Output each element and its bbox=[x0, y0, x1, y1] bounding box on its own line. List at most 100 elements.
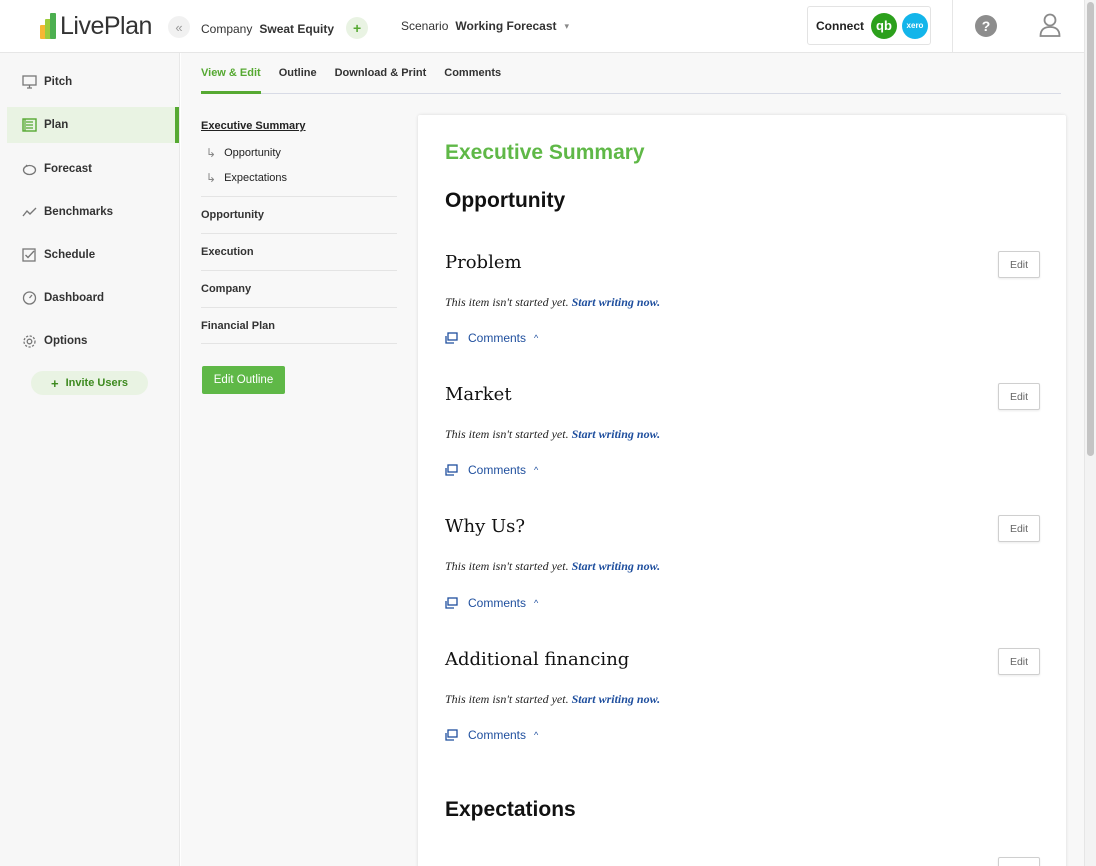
status-text: This item isn't started yet. bbox=[445, 427, 569, 441]
logo-mark-icon bbox=[40, 13, 58, 39]
outline-subitem-label: Opportunity bbox=[224, 146, 281, 159]
section-status: This item isn't started yet. Start writi… bbox=[445, 295, 660, 310]
edit-additional-financing-button[interactable]: Edit bbox=[998, 648, 1040, 675]
sidebar-item-schedule[interactable]: Schedule bbox=[7, 237, 179, 273]
sidebar-item-label: Forecast bbox=[44, 163, 92, 175]
user-menu-button[interactable] bbox=[1039, 13, 1061, 42]
user-icon bbox=[1039, 13, 1061, 37]
tab-view-edit[interactable]: View & Edit bbox=[201, 53, 261, 94]
invite-users-button[interactable]: + Invite Users bbox=[31, 371, 148, 395]
tab-comments[interactable]: Comments bbox=[444, 53, 501, 94]
comments-label: Comments bbox=[468, 331, 527, 345]
edit-why-us-button[interactable]: Edit bbox=[998, 515, 1040, 542]
sidebar-item-label: Options bbox=[44, 335, 88, 347]
plan-content-card: Executive Summary Opportunity Problem Ed… bbox=[418, 115, 1066, 866]
status-text: This item isn't started yet. bbox=[445, 559, 569, 573]
page-scrollbar[interactable] bbox=[1084, 0, 1096, 866]
outline-subitem-label: Expectations bbox=[224, 171, 288, 184]
section-status: This item isn't started yet. Start writi… bbox=[445, 427, 660, 442]
liveplan-logo[interactable]: LivePlan bbox=[40, 12, 152, 40]
company-label: Company bbox=[201, 22, 253, 36]
sidebar-item-options[interactable]: Options bbox=[7, 323, 179, 359]
add-company-button[interactable]: + bbox=[346, 17, 369, 39]
start-writing-link[interactable]: Start writing now. bbox=[572, 692, 661, 706]
header-divider bbox=[952, 0, 953, 53]
heading-opportunity: Opportunity bbox=[445, 189, 566, 212]
heading-expectations: Expectations bbox=[445, 798, 576, 821]
sidebar-item-label: Plan bbox=[44, 119, 69, 131]
comments-icon bbox=[445, 332, 458, 344]
comments-label: Comments bbox=[468, 596, 527, 610]
outline-item-company[interactable]: Company bbox=[201, 270, 397, 307]
xero-button[interactable]: xero bbox=[902, 12, 928, 39]
outline-subitem-opportunity[interactable]: ↳ Opportunity bbox=[206, 140, 397, 165]
start-writing-link[interactable]: Start writing now. bbox=[572, 295, 661, 309]
comments-toggle[interactable]: Comments ^ bbox=[445, 596, 538, 610]
plan-outline: Executive Summary ↳ Opportunity ↳ Expect… bbox=[201, 115, 397, 344]
section-title-problem: Problem bbox=[445, 252, 522, 273]
checkbox-icon bbox=[22, 248, 36, 262]
sidebar-item-benchmarks[interactable]: Benchmarks bbox=[7, 194, 179, 230]
gear-icon bbox=[23, 334, 36, 348]
help-button[interactable]: ? bbox=[975, 15, 997, 37]
section-title-additional-financing: Additional financing bbox=[445, 649, 630, 670]
sub-arrow-icon: ↳ bbox=[206, 145, 217, 160]
caret-up-icon: ^ bbox=[534, 730, 539, 740]
outline-item-financial-plan[interactable]: Financial Plan bbox=[201, 307, 397, 344]
page-title: Executive Summary bbox=[445, 141, 645, 164]
start-writing-link[interactable]: Start writing now. bbox=[572, 559, 661, 573]
caret-up-icon: ^ bbox=[534, 465, 539, 475]
edit-problem-button[interactable]: Edit bbox=[998, 251, 1040, 278]
comments-toggle[interactable]: Comments ^ bbox=[445, 728, 538, 742]
comments-toggle[interactable]: Comments ^ bbox=[445, 463, 538, 477]
outline-subitem-expectations[interactable]: ↳ Expectations bbox=[206, 165, 397, 190]
status-text: This item isn't started yet. bbox=[445, 295, 569, 309]
scenario-label: Scenario bbox=[401, 19, 449, 33]
outline-item-executive-summary[interactable]: Executive Summary bbox=[201, 120, 397, 134]
sidebar-item-plan[interactable]: Plan bbox=[7, 107, 179, 143]
caret-up-icon: ^ bbox=[534, 333, 539, 343]
quickbooks-button[interactable]: qb bbox=[871, 12, 897, 39]
logo-text: LivePlan bbox=[60, 11, 152, 40]
piggy-bank-icon bbox=[22, 164, 37, 175]
edit-forecast-button[interactable]: Edit bbox=[998, 857, 1040, 866]
edit-outline-button[interactable]: Edit Outline bbox=[202, 366, 285, 394]
question-mark-icon: ? bbox=[981, 18, 991, 34]
caret-up-icon: ^ bbox=[534, 598, 539, 608]
sidebar-item-dashboard[interactable]: Dashboard bbox=[7, 280, 179, 316]
outline-item-execution[interactable]: Execution bbox=[201, 233, 397, 270]
trend-icon bbox=[22, 207, 37, 217]
sidebar-item-pitch[interactable]: Pitch bbox=[7, 64, 179, 100]
scenario-selector[interactable]: Scenario Working Forecast ▾ bbox=[401, 19, 569, 33]
top-bar: LivePlan « Company Sweat Equity + Scenar… bbox=[0, 0, 1084, 53]
scrollbar-thumb[interactable] bbox=[1087, 2, 1094, 456]
invite-users-label: Invite Users bbox=[65, 377, 128, 389]
company-selector[interactable]: Company Sweat Equity + bbox=[201, 17, 369, 39]
connect-panel: Connect qb xero bbox=[807, 6, 931, 45]
tab-download-print[interactable]: Download & Print bbox=[335, 53, 427, 94]
edit-market-button[interactable]: Edit bbox=[998, 383, 1040, 410]
section-title-market: Market bbox=[445, 384, 512, 405]
comments-toggle[interactable]: Comments ^ bbox=[445, 331, 538, 345]
outline-item-opportunity[interactable]: Opportunity bbox=[201, 196, 397, 233]
scenario-value: Working Forecast bbox=[455, 19, 557, 33]
comments-icon bbox=[445, 464, 458, 476]
start-writing-link[interactable]: Start writing now. bbox=[572, 427, 661, 441]
chevron-down-icon: ▾ bbox=[564, 20, 570, 31]
section-status: This item isn't started yet. Start writi… bbox=[445, 692, 660, 707]
connect-label: Connect bbox=[816, 18, 864, 33]
sidebar-item-label: Pitch bbox=[44, 76, 73, 88]
double-chevron-left-icon: « bbox=[175, 19, 183, 35]
tab-bar: View & Edit Outline Download & Print Com… bbox=[201, 53, 1061, 94]
comments-label: Comments bbox=[468, 463, 527, 477]
company-value: Sweat Equity bbox=[259, 22, 335, 36]
comments-icon bbox=[445, 729, 458, 741]
plan-icon bbox=[22, 118, 37, 132]
tab-outline[interactable]: Outline bbox=[279, 53, 317, 94]
sidebar-item-label: Benchmarks bbox=[44, 206, 114, 218]
sidebar-item-forecast[interactable]: Forecast bbox=[7, 151, 179, 187]
collapse-sidebar-button[interactable]: « bbox=[168, 16, 190, 38]
sidebar-item-label: Schedule bbox=[44, 249, 96, 261]
gauge-icon bbox=[22, 291, 37, 305]
comments-label: Comments bbox=[468, 728, 527, 742]
